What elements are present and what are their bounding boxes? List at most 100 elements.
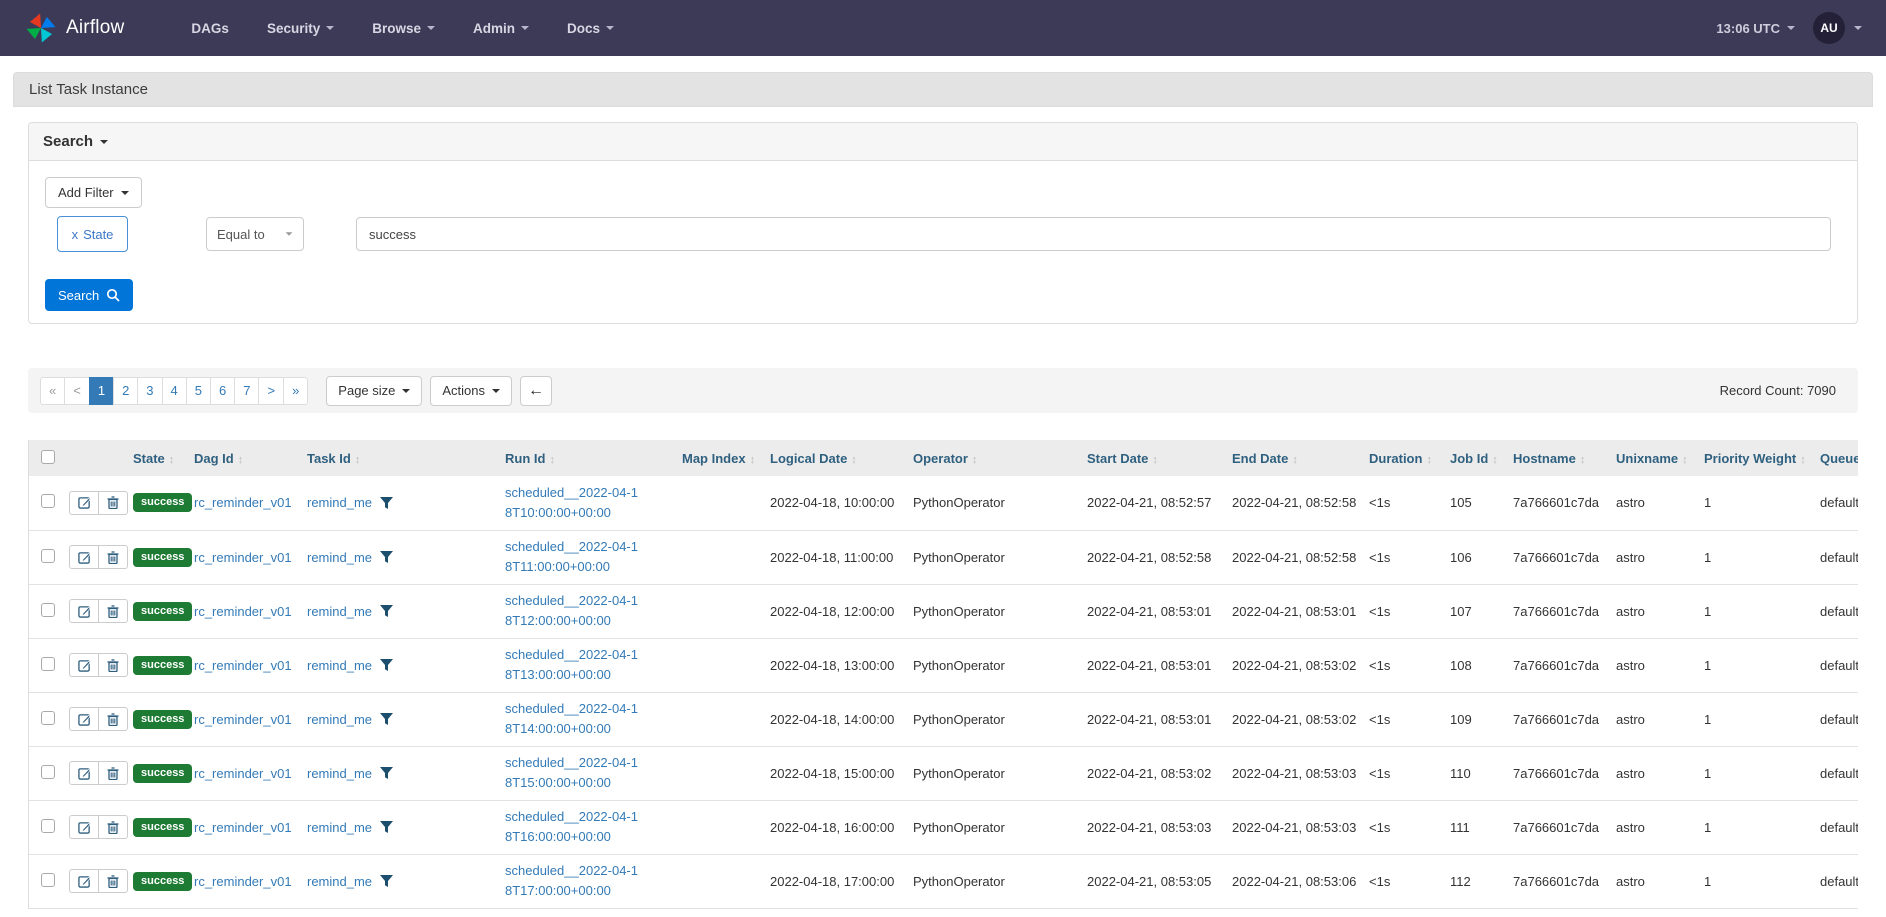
task-id-link[interactable]: remind_me [307, 712, 372, 727]
row-checkbox[interactable] [41, 603, 55, 617]
pagination-button[interactable]: 5 [186, 377, 211, 405]
edit-record-button[interactable] [69, 491, 99, 515]
sort-icon[interactable]: ↕ [750, 454, 756, 466]
page-size-button[interactable]: Page size [326, 376, 422, 406]
pagination-button[interactable]: 2 [113, 377, 138, 405]
add-filter-button[interactable]: Add Filter [45, 177, 142, 208]
column-header-hostname[interactable]: Hostname↕ [1507, 440, 1610, 476]
delete-record-button[interactable] [98, 491, 128, 515]
clock-dropdown[interactable]: 13:06 UTC [1716, 21, 1795, 36]
column-header-state[interactable]: State↕ [127, 440, 188, 476]
edit-record-button[interactable] [69, 707, 99, 731]
task-id-link[interactable]: remind_me [307, 550, 372, 565]
pagination-button[interactable]: > [258, 377, 284, 405]
sort-icon[interactable]: ↕ [238, 454, 244, 466]
column-header-start-date[interactable]: Start Date↕ [1081, 440, 1226, 476]
filter-icon[interactable] [380, 497, 393, 509]
nav-item-admin[interactable]: Admin [454, 21, 548, 36]
pagination-button[interactable]: 1 [89, 377, 114, 405]
filter-icon[interactable] [380, 659, 393, 671]
sort-icon[interactable]: ↕ [355, 454, 361, 466]
run-id-link[interactable]: scheduled__2022-04-18T10:00:00+00:00 [505, 483, 641, 523]
task-id-link[interactable]: remind_me [307, 495, 372, 510]
edit-record-button[interactable] [69, 815, 99, 839]
pagination-button[interactable]: 4 [162, 377, 187, 405]
column-header-operator[interactable]: Operator↕ [907, 440, 1081, 476]
edit-record-button[interactable] [69, 869, 99, 893]
sort-icon[interactable]: ↕ [549, 454, 555, 466]
dag-id-link[interactable]: rc_reminder_v01 [194, 604, 292, 619]
column-header-duration[interactable]: Duration↕ [1363, 440, 1444, 476]
run-id-link[interactable]: scheduled__2022-04-18T16:00:00+00:00 [505, 807, 641, 847]
filter-icon[interactable] [380, 875, 393, 887]
filter-icon[interactable] [380, 605, 393, 617]
delete-record-button[interactable] [98, 599, 128, 623]
user-menu[interactable]: AU [1813, 12, 1862, 44]
row-checkbox[interactable] [41, 711, 55, 725]
sort-icon[interactable]: ↕ [1152, 454, 1158, 466]
nav-item-docs[interactable]: Docs [548, 21, 633, 36]
delete-record-button[interactable] [98, 761, 128, 785]
search-button[interactable]: Search [45, 279, 133, 311]
airflow-brand[interactable]: Airflow [24, 11, 124, 45]
column-header-end-date[interactable]: End Date↕ [1226, 440, 1363, 476]
sort-icon[interactable]: ↕ [169, 454, 175, 466]
dag-id-link[interactable]: rc_reminder_v01 [194, 712, 292, 727]
column-header-logical-date[interactable]: Logical Date↕ [764, 440, 907, 476]
sort-icon[interactable]: ↕ [1580, 454, 1586, 466]
edit-record-button[interactable] [69, 599, 99, 623]
sort-icon[interactable]: ↕ [1682, 454, 1688, 466]
dag-id-link[interactable]: rc_reminder_v01 [194, 820, 292, 835]
column-header-dag-id[interactable]: Dag Id↕ [188, 440, 301, 476]
nav-item-security[interactable]: Security [248, 21, 353, 36]
sort-icon[interactable]: ↕ [972, 454, 978, 466]
edit-record-button[interactable] [69, 653, 99, 677]
nav-item-browse[interactable]: Browse [353, 21, 454, 36]
delete-record-button[interactable] [98, 869, 128, 893]
column-header-unixname[interactable]: Unixname↕ [1610, 440, 1698, 476]
delete-record-button[interactable] [98, 653, 128, 677]
pagination-button[interactable]: < [64, 377, 90, 405]
filter-value-input[interactable] [356, 217, 1831, 251]
task-id-link[interactable]: remind_me [307, 874, 372, 889]
run-id-link[interactable]: scheduled__2022-04-18T11:00:00+00:00 [505, 537, 641, 577]
select-all-checkbox[interactable] [41, 450, 55, 464]
column-header-map-index[interactable]: Map Index↕ [676, 440, 764, 476]
run-id-link[interactable]: scheduled__2022-04-18T15:00:00+00:00 [505, 753, 641, 793]
column-header-queue[interactable]: Queue↕ [1814, 440, 1858, 476]
filter-icon[interactable] [380, 551, 393, 563]
run-id-link[interactable]: scheduled__2022-04-18T17:00:00+00:00 [505, 861, 641, 901]
dag-id-link[interactable]: rc_reminder_v01 [194, 550, 292, 565]
sort-icon[interactable]: ↕ [1426, 454, 1432, 466]
sort-icon[interactable]: ↕ [1292, 454, 1298, 466]
task-id-link[interactable]: remind_me [307, 766, 372, 781]
sort-icon[interactable]: ↕ [851, 454, 857, 466]
condition-select[interactable]: Equal to [206, 217, 304, 251]
dag-id-link[interactable]: rc_reminder_v01 [194, 658, 292, 673]
search-collapse-header[interactable]: Search [29, 123, 1857, 161]
nav-item-dags[interactable]: DAGs [172, 21, 248, 36]
pagination-button[interactable]: 7 [234, 377, 259, 405]
row-checkbox[interactable] [41, 549, 55, 563]
edit-record-button[interactable] [69, 545, 99, 569]
row-checkbox[interactable] [41, 657, 55, 671]
dag-id-link[interactable]: rc_reminder_v01 [194, 874, 292, 889]
column-header-job-id[interactable]: Job Id↕ [1444, 440, 1507, 476]
delete-record-button[interactable] [98, 815, 128, 839]
row-checkbox[interactable] [41, 873, 55, 887]
row-checkbox[interactable] [41, 494, 55, 508]
row-checkbox[interactable] [41, 819, 55, 833]
task-id-link[interactable]: remind_me [307, 658, 372, 673]
task-id-link[interactable]: remind_me [307, 604, 372, 619]
filter-icon[interactable] [380, 767, 393, 779]
delete-record-button[interactable] [98, 707, 128, 731]
sort-icon[interactable]: ↕ [1800, 454, 1806, 466]
task-id-link[interactable]: remind_me [307, 820, 372, 835]
dag-id-link[interactable]: rc_reminder_v01 [194, 495, 292, 510]
filter-icon[interactable] [380, 821, 393, 833]
actions-button[interactable]: Actions [430, 376, 512, 406]
dag-id-link[interactable]: rc_reminder_v01 [194, 766, 292, 781]
pagination-button[interactable]: » [283, 377, 308, 405]
row-checkbox[interactable] [41, 765, 55, 779]
pagination-button[interactable]: 3 [137, 377, 162, 405]
